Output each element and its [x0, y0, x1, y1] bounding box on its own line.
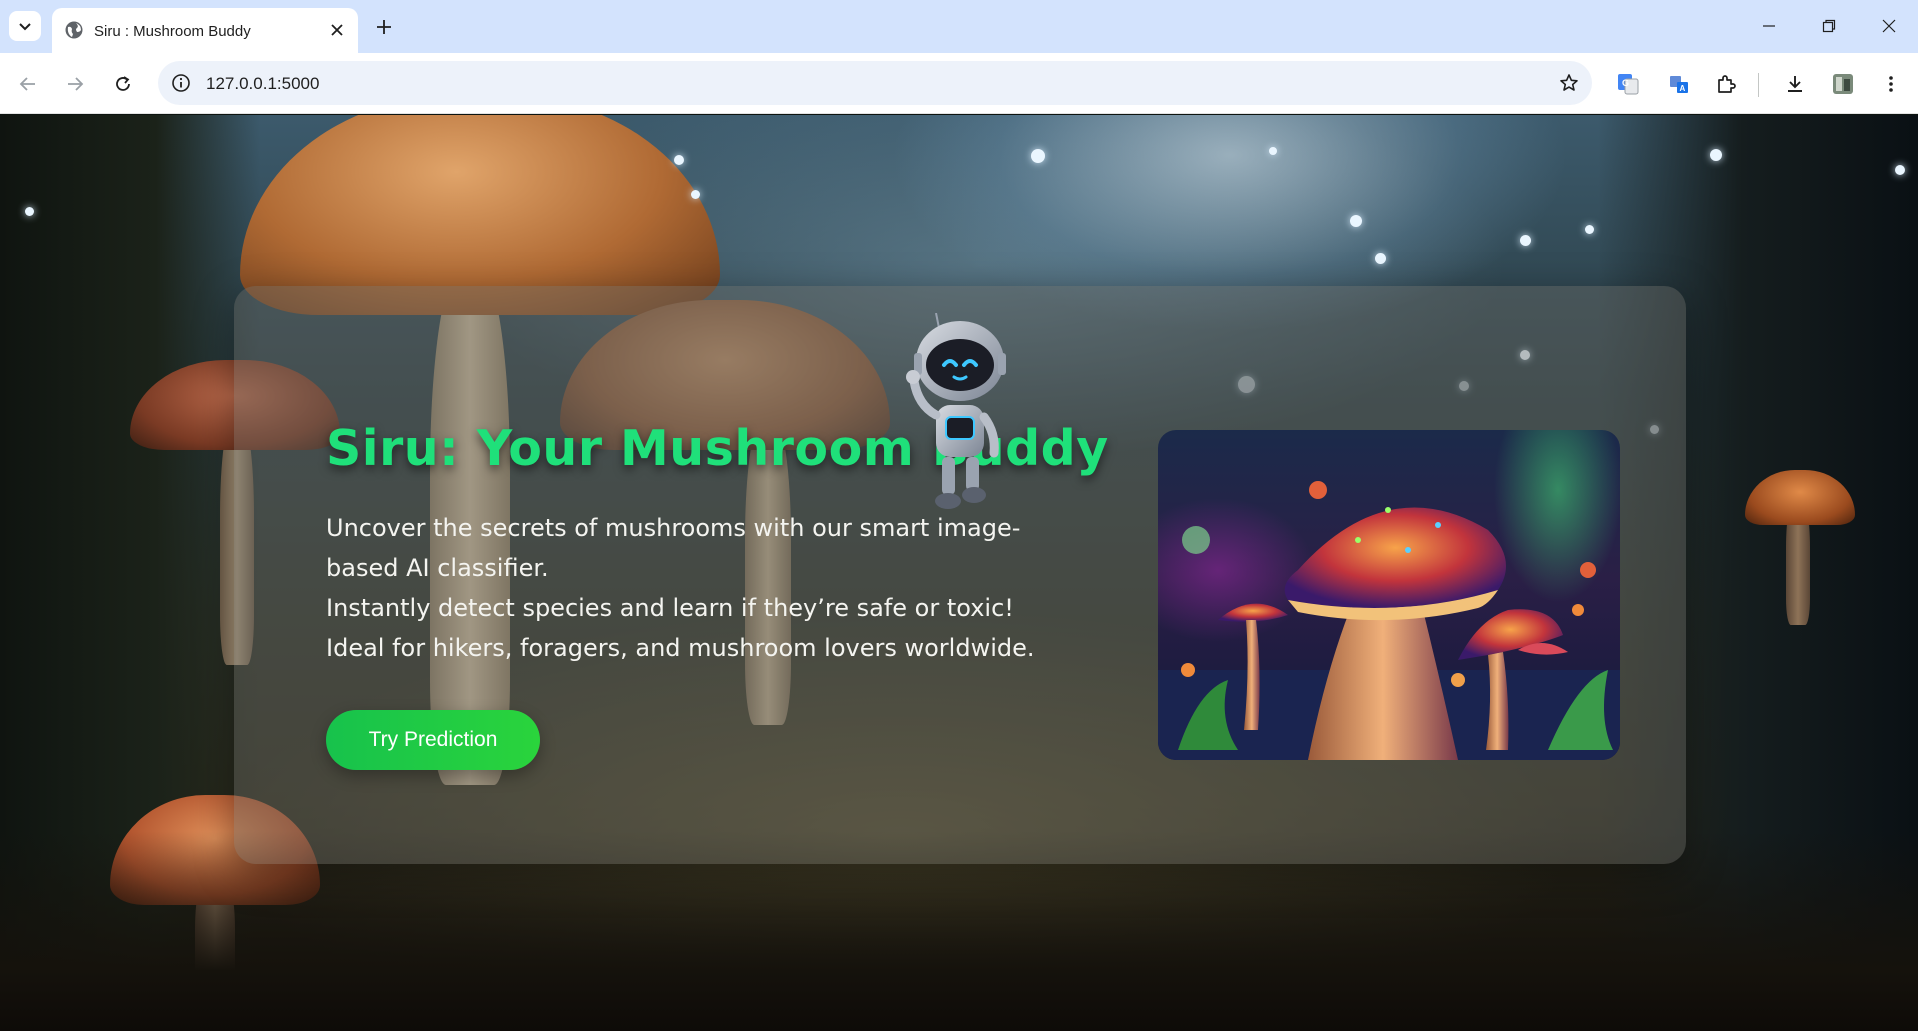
browser-toolbar: 127.0.0.1:5000 G A: [0, 53, 1918, 114]
sparkle-particle: [1031, 149, 1045, 163]
bookmark-button[interactable]: [1554, 68, 1584, 98]
minimize-icon: [1763, 25, 1775, 27]
site-info-button[interactable]: [166, 68, 196, 98]
bg-mushroom-cap: [240, 115, 720, 315]
page-viewport: Siru: Your Mushroom Buddy Uncover the se…: [0, 115, 1918, 1031]
close-icon: [331, 24, 343, 36]
forward-button[interactable]: [58, 67, 92, 101]
description-line: Ideal for hikers, foragers, and mushroom…: [326, 634, 1035, 662]
sparkle-particle: [1710, 149, 1722, 161]
mushroom-illustration-art: [1158, 481, 1620, 760]
svg-text:G: G: [1622, 78, 1629, 88]
restore-button[interactable]: [1806, 10, 1852, 42]
window-close-button[interactable]: [1866, 10, 1912, 42]
download-icon: [1788, 76, 1802, 92]
tab-close-button[interactable]: [326, 19, 348, 41]
new-tab-button[interactable]: [370, 13, 398, 41]
more-menu-icon: [1889, 76, 1893, 92]
hero-description: Uncover the secrets of mushrooms with ou…: [326, 508, 1086, 668]
mushroom-illustration: [1158, 430, 1620, 760]
google-translate-icon: G: [1618, 74, 1639, 95]
robot-mascot: [900, 312, 1020, 513]
extensions-icon: [1718, 75, 1736, 93]
svg-text:A: A: [1680, 84, 1686, 93]
tab-active[interactable]: Siru : Mushroom Buddy: [52, 8, 358, 53]
downloads-button[interactable]: [1780, 69, 1810, 99]
translate-button[interactable]: A: [1664, 69, 1694, 99]
sparkle-particle: [1269, 147, 1277, 155]
try-prediction-button[interactable]: Try Prediction: [326, 710, 540, 770]
minimize-button[interactable]: [1746, 10, 1792, 42]
sparkle-particle: [691, 190, 700, 199]
address-bar[interactable]: 127.0.0.1:5000: [158, 61, 1592, 105]
sparkle-particle: [674, 155, 684, 165]
tab-list-icon: [19, 23, 31, 31]
restore-icon: [1822, 19, 1836, 33]
url-text: 127.0.0.1:5000: [206, 74, 320, 93]
translate-icon: A: [1670, 76, 1688, 93]
sparkle-particle: [1375, 253, 1386, 264]
robot-mascot-art: [906, 312, 1006, 509]
tab-list-button[interactable]: [9, 11, 41, 41]
browser-tabstrip: Siru : Mushroom Buddy: [0, 0, 1918, 53]
window-close-icon: [1882, 19, 1896, 33]
back-arrow-icon: [19, 77, 35, 91]
sparkle-particle: [1350, 215, 1362, 227]
site-info-icon: [172, 74, 190, 92]
profile-button[interactable]: [1828, 69, 1858, 99]
tab-title: Siru : Mushroom Buddy: [94, 23, 251, 40]
profile-avatar-icon: [1833, 74, 1853, 94]
plus-icon: [377, 20, 391, 34]
back-button[interactable]: [11, 67, 45, 101]
reload-button[interactable]: [106, 67, 140, 101]
sparkle-particle: [1895, 165, 1905, 175]
sparkle-particle: [1520, 235, 1531, 246]
more-menu-button[interactable]: [1876, 69, 1906, 99]
reload-icon: [116, 76, 130, 91]
sparkle-particle: [25, 207, 34, 216]
star-icon: [1560, 74, 1578, 91]
google-translate-button[interactable]: G: [1613, 69, 1643, 99]
sparkle-particle: [1585, 225, 1594, 234]
globe-icon: [65, 21, 83, 39]
forward-arrow-icon: [68, 77, 84, 91]
extensions-button[interactable]: [1711, 69, 1741, 99]
toolbar-separator: [1758, 73, 1759, 97]
description-line: Uncover the secrets of mushrooms with ou…: [326, 514, 1021, 582]
description-line: Instantly detect species and learn if th…: [326, 594, 1014, 622]
